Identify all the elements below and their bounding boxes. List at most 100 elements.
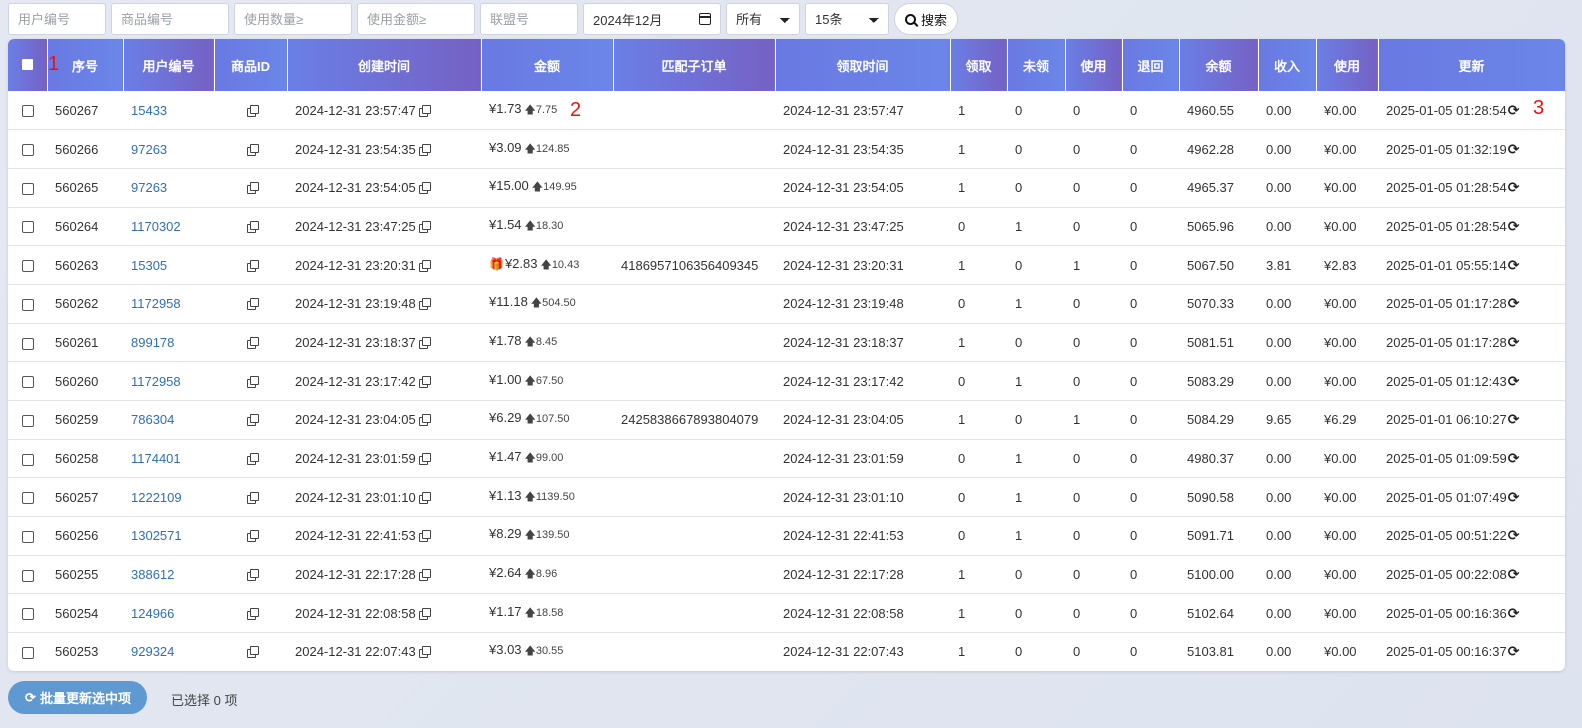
- user-id-cell[interactable]: 1222109: [123, 478, 214, 517]
- copy-icon[interactable]: [246, 491, 259, 504]
- search-button[interactable]: 搜索: [894, 3, 959, 35]
- batch-update-button[interactable]: ⟳ 批量更新选中项: [8, 681, 147, 714]
- row-checkbox[interactable]: [21, 530, 34, 543]
- product-id-cell[interactable]: [214, 168, 287, 207]
- user-id-cell[interactable]: 1302571: [123, 517, 214, 556]
- usage-qty-input[interactable]: [234, 3, 352, 35]
- refresh-icon[interactable]: ⟳: [1508, 295, 1520, 312]
- calendar-icon[interactable]: [699, 13, 711, 25]
- refresh-icon[interactable]: ⟳: [1508, 102, 1520, 119]
- copy-icon[interactable]: [246, 375, 259, 388]
- select-all-header[interactable]: [8, 39, 48, 91]
- user-id-cell[interactable]: 1174401: [123, 439, 214, 478]
- status-select[interactable]: 所有: [726, 3, 800, 35]
- row-checkbox-cell[interactable]: [8, 323, 47, 362]
- row-checkbox[interactable]: [21, 105, 34, 118]
- copy-icon[interactable]: [246, 530, 259, 543]
- copy-icon[interactable]: [418, 491, 431, 504]
- row-checkbox-cell[interactable]: [8, 555, 47, 594]
- row-checkbox-cell[interactable]: [8, 246, 47, 285]
- product-id-cell[interactable]: [214, 478, 287, 517]
- refresh-icon[interactable]: ⟳: [1508, 141, 1520, 158]
- user-id-link[interactable]: 15433: [131, 103, 167, 118]
- month-picker[interactable]: 2024年12月: [583, 3, 721, 35]
- copy-icon[interactable]: [246, 143, 259, 156]
- copy-icon[interactable]: [246, 414, 259, 427]
- user-id-link[interactable]: 1172958: [131, 374, 181, 389]
- user-id-link[interactable]: 786304: [131, 412, 174, 427]
- user-id-link[interactable]: 1222109: [131, 490, 182, 505]
- user-id-link[interactable]: 899178: [131, 335, 174, 350]
- row-checkbox[interactable]: [21, 182, 34, 195]
- copy-icon[interactable]: [418, 414, 431, 427]
- row-checkbox-cell[interactable]: [8, 517, 47, 556]
- user-id-link[interactable]: 97263: [131, 142, 167, 157]
- copy-icon[interactable]: [418, 530, 431, 543]
- copy-icon[interactable]: [246, 104, 259, 117]
- row-checkbox[interactable]: [21, 298, 34, 311]
- refresh-icon[interactable]: ⟳: [1508, 334, 1520, 351]
- page-size-select[interactable]: 15条: [805, 3, 889, 35]
- product-id-cell[interactable]: [214, 284, 287, 323]
- user-id-cell[interactable]: 786304: [123, 401, 214, 440]
- row-checkbox-cell[interactable]: [8, 478, 47, 517]
- row-checkbox[interactable]: [21, 647, 34, 660]
- row-checkbox[interactable]: [21, 569, 34, 582]
- row-checkbox[interactable]: [21, 608, 34, 621]
- user-id-input[interactable]: [8, 3, 106, 35]
- copy-icon[interactable]: [246, 336, 259, 349]
- user-id-cell[interactable]: 124966: [123, 594, 214, 633]
- refresh-icon[interactable]: ⟳: [1508, 643, 1520, 660]
- refresh-icon[interactable]: ⟳: [1508, 489, 1520, 506]
- product-id-cell[interactable]: [214, 594, 287, 633]
- refresh-icon[interactable]: ⟳: [1508, 179, 1520, 196]
- copy-icon[interactable]: [418, 453, 431, 466]
- row-checkbox-cell[interactable]: [8, 439, 47, 478]
- user-id-cell[interactable]: 15305: [123, 246, 214, 285]
- product-id-cell[interactable]: [214, 130, 287, 169]
- select-all-checkbox[interactable]: [21, 58, 33, 70]
- user-id-link[interactable]: 15305: [131, 258, 167, 273]
- row-checkbox[interactable]: [21, 337, 34, 350]
- row-checkbox-cell[interactable]: [8, 168, 47, 207]
- user-id-cell[interactable]: 1172958: [123, 362, 214, 401]
- row-checkbox-cell[interactable]: [8, 284, 47, 323]
- refresh-icon[interactable]: ⟳: [1508, 450, 1520, 467]
- copy-icon[interactable]: [246, 607, 259, 620]
- row-checkbox-cell[interactable]: [8, 594, 47, 633]
- copy-icon[interactable]: [246, 569, 259, 582]
- copy-icon[interactable]: [418, 336, 431, 349]
- product-id-cell[interactable]: [214, 517, 287, 556]
- copy-icon[interactable]: [418, 646, 431, 659]
- row-checkbox-cell[interactable]: [8, 130, 47, 169]
- refresh-icon[interactable]: ⟳: [1508, 605, 1520, 622]
- user-id-cell[interactable]: 1172958: [123, 284, 214, 323]
- user-id-cell[interactable]: 97263: [123, 130, 214, 169]
- copy-icon[interactable]: [418, 182, 431, 195]
- copy-icon[interactable]: [246, 182, 259, 195]
- user-id-cell[interactable]: 1170302: [123, 207, 214, 246]
- row-checkbox[interactable]: [21, 376, 34, 389]
- row-checkbox[interactable]: [21, 453, 34, 466]
- product-id-cell[interactable]: [214, 439, 287, 478]
- user-id-cell[interactable]: 899178: [123, 323, 214, 362]
- copy-icon[interactable]: [246, 646, 259, 659]
- row-checkbox[interactable]: [21, 221, 34, 234]
- copy-icon[interactable]: [418, 569, 431, 582]
- user-id-link[interactable]: 388612: [131, 567, 174, 582]
- product-id-input[interactable]: [111, 3, 229, 35]
- row-checkbox-cell[interactable]: [8, 207, 47, 246]
- copy-icon[interactable]: [246, 298, 259, 311]
- user-id-cell[interactable]: 97263: [123, 168, 214, 207]
- product-id-cell[interactable]: [214, 207, 287, 246]
- copy-icon[interactable]: [246, 453, 259, 466]
- row-checkbox[interactable]: [21, 492, 34, 505]
- product-id-cell[interactable]: [214, 91, 287, 130]
- refresh-icon[interactable]: ⟳: [1508, 373, 1520, 390]
- user-id-cell[interactable]: 388612: [123, 555, 214, 594]
- copy-icon[interactable]: [418, 104, 431, 117]
- user-id-cell[interactable]: 929324: [123, 633, 214, 671]
- product-id-cell[interactable]: [214, 246, 287, 285]
- user-id-link[interactable]: 124966: [131, 606, 174, 621]
- copy-icon[interactable]: [418, 259, 431, 272]
